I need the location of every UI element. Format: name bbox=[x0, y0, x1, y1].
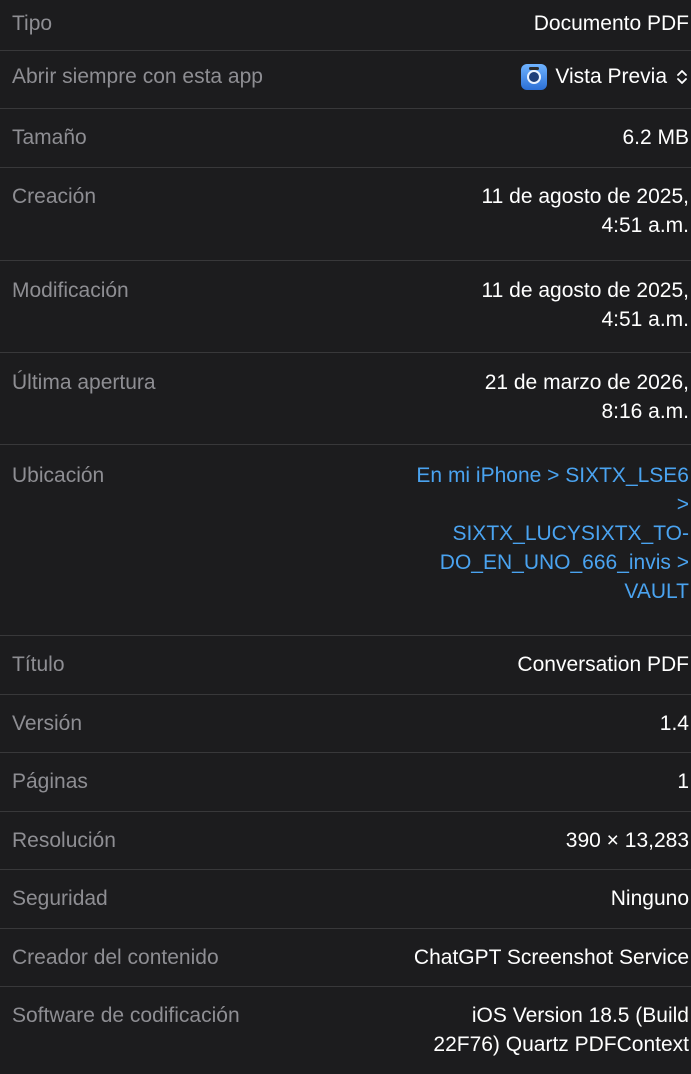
titulo-value: Conversation PDF bbox=[517, 653, 689, 676]
row-modificacion: Modificación 11 de agosto de 2025, 4:51 … bbox=[0, 261, 691, 353]
chevron-updown-icon bbox=[677, 69, 687, 84]
creacion-time: 4:51 a.m. bbox=[601, 214, 689, 237]
row-creador: Creador del contenido ChatGPT Screenshot… bbox=[0, 929, 691, 987]
row-seguridad: Seguridad Ninguno bbox=[0, 870, 691, 929]
preview-app-icon bbox=[521, 63, 548, 90]
row-ubicacion[interactable]: Ubicación En mi iPhone > SIXTX_LSE6 > SI… bbox=[0, 445, 691, 636]
ubicacion-label: Ubicación bbox=[12, 464, 105, 487]
tipo-label: Tipo bbox=[12, 12, 53, 35]
software-line-2: 22F76) Quartz PDFContext bbox=[433, 1033, 689, 1056]
creacion-date: 11 de agosto de 2025, bbox=[481, 185, 689, 208]
seguridad-value: Ninguno bbox=[610, 887, 689, 910]
version-label: Versión bbox=[12, 712, 83, 735]
software-line-1: iOS Version 18.5 (Build bbox=[471, 1004, 689, 1027]
tamano-value: 6.2 MB bbox=[622, 126, 689, 149]
row-abrir-con[interactable]: Abrir siempre con esta app Vista Previa bbox=[0, 51, 691, 109]
ubicacion-line-2: > bbox=[676, 493, 689, 516]
paginas-label: Páginas bbox=[12, 770, 88, 793]
abrir-con-label: Abrir siempre con esta app bbox=[12, 65, 263, 88]
app-selector-label: Vista Previa bbox=[555, 65, 667, 88]
ultima-apertura-value: 21 de marzo de 2026, 8:16 a.m. bbox=[485, 368, 691, 426]
ubicacion-line-4: DO_EN_UNO_666_invis > bbox=[439, 551, 689, 574]
ubicacion-line-5: VAULT bbox=[624, 580, 689, 603]
file-info-list: Tipo Documento PDF Abrir siempre con est… bbox=[0, 0, 691, 1074]
creador-label: Creador del contenido bbox=[12, 946, 219, 969]
row-resolucion: Resolución 390 × 13,283 bbox=[0, 812, 691, 870]
app-selector[interactable]: Vista Previa bbox=[521, 62, 691, 91]
modificacion-date: 11 de agosto de 2025, bbox=[481, 279, 689, 302]
row-ultima-apertura: Última apertura 21 de marzo de 2026, 8:1… bbox=[0, 353, 691, 445]
row-software: Software de codificación iOS Version 18.… bbox=[0, 987, 691, 1074]
row-paginas: Páginas 1 bbox=[0, 753, 691, 812]
resolucion-value: 390 × 13,283 bbox=[565, 829, 689, 852]
tamano-label: Tamaño bbox=[12, 126, 87, 149]
ubicacion-line-1: En mi iPhone > SIXTX_LSE6 bbox=[416, 464, 689, 487]
seguridad-label: Seguridad bbox=[12, 887, 108, 910]
row-tipo: Tipo Documento PDF bbox=[0, 0, 691, 51]
software-value: iOS Version 18.5 (Build 22F76) Quartz PD… bbox=[433, 1001, 691, 1059]
row-version: Versión 1.4 bbox=[0, 695, 691, 753]
creador-value: ChatGPT Screenshot Service bbox=[413, 946, 689, 969]
version-value: 1.4 bbox=[659, 712, 689, 735]
ubicacion-path-link[interactable]: En mi iPhone > SIXTX_LSE6 > SIXTX_LUCYSI… bbox=[416, 461, 691, 606]
modificacion-value: 11 de agosto de 2025, 4:51 a.m. bbox=[482, 276, 691, 334]
ultima-apertura-label: Última apertura bbox=[12, 371, 156, 394]
row-titulo: Título Conversation PDF bbox=[0, 636, 691, 695]
modificacion-label: Modificación bbox=[12, 279, 129, 302]
ultima-apertura-time: 8:16 a.m. bbox=[601, 400, 689, 423]
resolucion-label: Resolución bbox=[12, 829, 116, 852]
row-creacion: Creación 11 de agosto de 2025, 4:51 a.m. bbox=[0, 168, 691, 261]
paginas-value: 1 bbox=[677, 770, 689, 793]
software-label: Software de codificación bbox=[12, 1004, 240, 1027]
creacion-label: Creación bbox=[12, 185, 97, 208]
ubicacion-line-3: SIXTX_LUCYSIXTX_TO- bbox=[452, 522, 689, 545]
titulo-label: Título bbox=[12, 653, 65, 676]
tipo-value: Documento PDF bbox=[533, 12, 689, 35]
creacion-value: 11 de agosto de 2025, 4:51 a.m. bbox=[482, 182, 691, 240]
ultima-apertura-date: 21 de marzo de 2026, bbox=[484, 371, 689, 394]
row-tamano: Tamaño 6.2 MB bbox=[0, 109, 691, 168]
modificacion-time: 4:51 a.m. bbox=[601, 308, 689, 331]
